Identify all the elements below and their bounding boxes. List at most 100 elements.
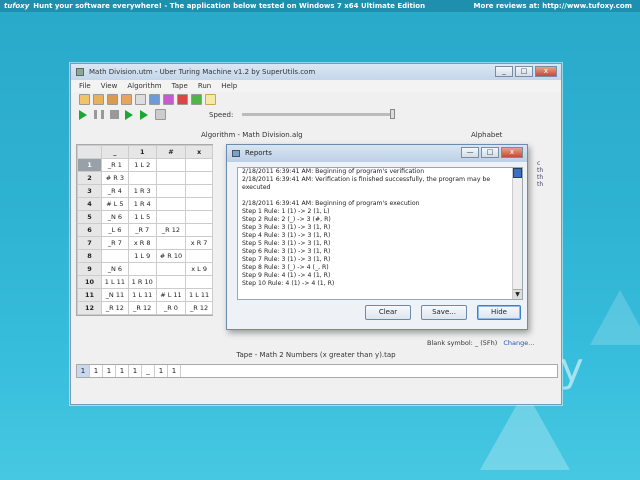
dialog-minimize-button[interactable]: — [461,147,479,158]
grid-col-header[interactable]: # [155,145,187,159]
banner-review-link[interactable]: More reviews at: http://www.tufoxy.com [474,0,632,12]
grid-cell[interactable]: _R 12 [185,301,213,315]
grid-cell[interactable] [127,262,157,276]
tape-strip[interactable]: 1 1 1 1 1 _ 1 1 [76,364,558,378]
grid-row-number[interactable]: 6 [77,223,102,237]
grid-cell[interactable]: _R 0 [155,301,187,315]
grid-cell[interactable]: # L 5 [101,197,129,211]
tape-cell[interactable]: 1 [168,365,181,377]
grid-row-number[interactable]: 11 [77,288,102,302]
grid-cell[interactable]: _R 1 [101,158,129,172]
menu-view[interactable]: View [101,80,118,92]
grid-cell[interactable] [185,249,213,263]
grid-cell[interactable]: _N 11 [101,288,129,302]
grid-row[interactable]: 5 _N 61 L 5 [77,210,213,224]
grid-cell[interactable]: _L 6 [101,223,129,237]
grid-cell[interactable]: 1 L 9 [127,249,157,263]
minimize-button[interactable]: _ [495,66,513,77]
scrollbar-thumb[interactable] [513,168,522,178]
grid-cell[interactable]: 1 L 2 [127,158,157,172]
algorithm-grid[interactable]: _ 1 # x 1 _R 11 L 2 2 # R 3 3 _R 41 R 3 4 # … [76,144,213,316]
grid-cell[interactable] [155,236,187,250]
grid-cell[interactable]: # R 10 [155,249,187,263]
grid-cell[interactable]: x R 7 [185,236,213,250]
grid-cell[interactable]: # R 3 [101,171,129,185]
open-icon[interactable] [93,94,104,105]
stop-icon[interactable] [110,110,119,119]
dialog-maximize-button[interactable]: □ [481,147,499,158]
grid-row[interactable]: 3 _R 41 R 3 [77,184,213,198]
grid-cell[interactable] [185,158,213,172]
grid-row-number[interactable]: 9 [77,262,102,276]
tape-cell[interactable]: 1 [116,365,129,377]
dialog-titlebar[interactable]: Reports — □ x [227,145,527,162]
grid-row-number[interactable]: 5 [77,210,102,224]
menu-algorithm[interactable]: Algorithm [127,80,161,92]
grid-cell[interactable]: # L 11 [155,288,187,302]
grid-cell[interactable]: _R 7 [101,236,129,250]
maximize-button[interactable]: □ [515,66,533,77]
grid-row-number[interactable]: 7 [77,236,102,250]
grid-cell[interactable]: x L 9 [185,262,213,276]
tape-cell[interactable]: 1 [155,365,168,377]
grid-row-number[interactable]: 8 [77,249,102,263]
tape-cell-current[interactable]: 1 [77,365,90,377]
alphabet-item[interactable]: th [537,181,543,188]
tape-cell[interactable]: _ [142,365,155,377]
grid-col-header[interactable]: _ [101,145,129,159]
grid-cell[interactable] [155,158,187,172]
grid-col-header[interactable]: x [185,145,213,159]
change-blank-link[interactable]: Change... [503,339,534,347]
tape-cell[interactable]: 1 [129,365,142,377]
alphabet-list[interactable]: c th th th [537,160,543,188]
delete-icon[interactable] [177,94,188,105]
grid-row-number[interactable]: 2 [77,171,102,185]
lambda-icon[interactable] [135,94,146,105]
alphabet-item[interactable]: th [537,167,543,174]
save-icon[interactable] [107,94,118,105]
grid-cell[interactable]: _R 12 [101,301,129,315]
grid-cell[interactable] [185,210,213,224]
grid-cell[interactable]: x R 8 [127,236,157,250]
reset-icon[interactable] [155,109,166,120]
step-icon[interactable] [125,109,133,120]
grid-col-header[interactable]: 1 [127,145,157,159]
grid-cell[interactable]: 1 R 10 [127,275,157,289]
grid-cell[interactable] [155,171,187,185]
report-log[interactable]: 2/18/2011 6:39:41 AM: Beginning of progr… [237,167,523,300]
grid-row[interactable]: 12 _R 12 _R 12 _R 0 _R 12 [77,301,213,315]
grid-cell[interactable] [185,184,213,198]
grid-row-number[interactable]: 4 [77,197,102,211]
grid-row[interactable]: 2 # R 3 [77,171,213,185]
rule-icon[interactable] [149,94,160,105]
grid-cell[interactable] [185,223,213,237]
grid-icon[interactable] [205,94,216,105]
grid-cell[interactable] [155,275,187,289]
grid-row[interactable]: 8 1 L 9 # R 10 [77,249,213,263]
menu-run[interactable]: Run [198,80,211,92]
grid-row[interactable]: 11 _N 11 1 L 11 # L 11 1 L 11 [77,288,213,302]
grid-row-number[interactable]: 3 [77,184,102,198]
scroll-down-arrow-icon[interactable]: ▼ [513,289,522,299]
save-report-button[interactable]: Save... [421,305,467,320]
window-titlebar[interactable]: Math Division.utm - Uber Turing Machine … [71,64,561,80]
alphabet-item[interactable]: c [537,160,543,167]
tape-cell[interactable]: 1 [103,365,116,377]
grid-row[interactable]: 6 _L 6 _R 7 _R 12 [77,223,213,237]
grid-row-number[interactable]: 12 [77,301,102,315]
new-icon[interactable] [79,94,90,105]
grid-cell[interactable]: _R 4 [101,184,129,198]
grid-cell[interactable]: 1 L 11 [101,275,129,289]
grid-cell[interactable]: 1 L 11 [127,288,157,302]
grid-row[interactable]: 7 _R 7x R 8 x R 7 [77,236,213,250]
menu-help[interactable]: Help [221,80,237,92]
grid-cell[interactable] [185,275,213,289]
dialog-close-button[interactable]: x [501,147,523,158]
grid-cell[interactable]: _N 6 [101,262,129,276]
grid-row-number[interactable]: 10 [77,275,102,289]
pause-icon-2[interactable] [101,110,104,119]
tape-cell[interactable]: 1 [90,365,103,377]
close-button[interactable]: x [535,66,557,77]
hide-button[interactable]: Hide [477,305,521,320]
grid-row[interactable]: 10 1 L 11 1 R 10 [77,275,213,289]
